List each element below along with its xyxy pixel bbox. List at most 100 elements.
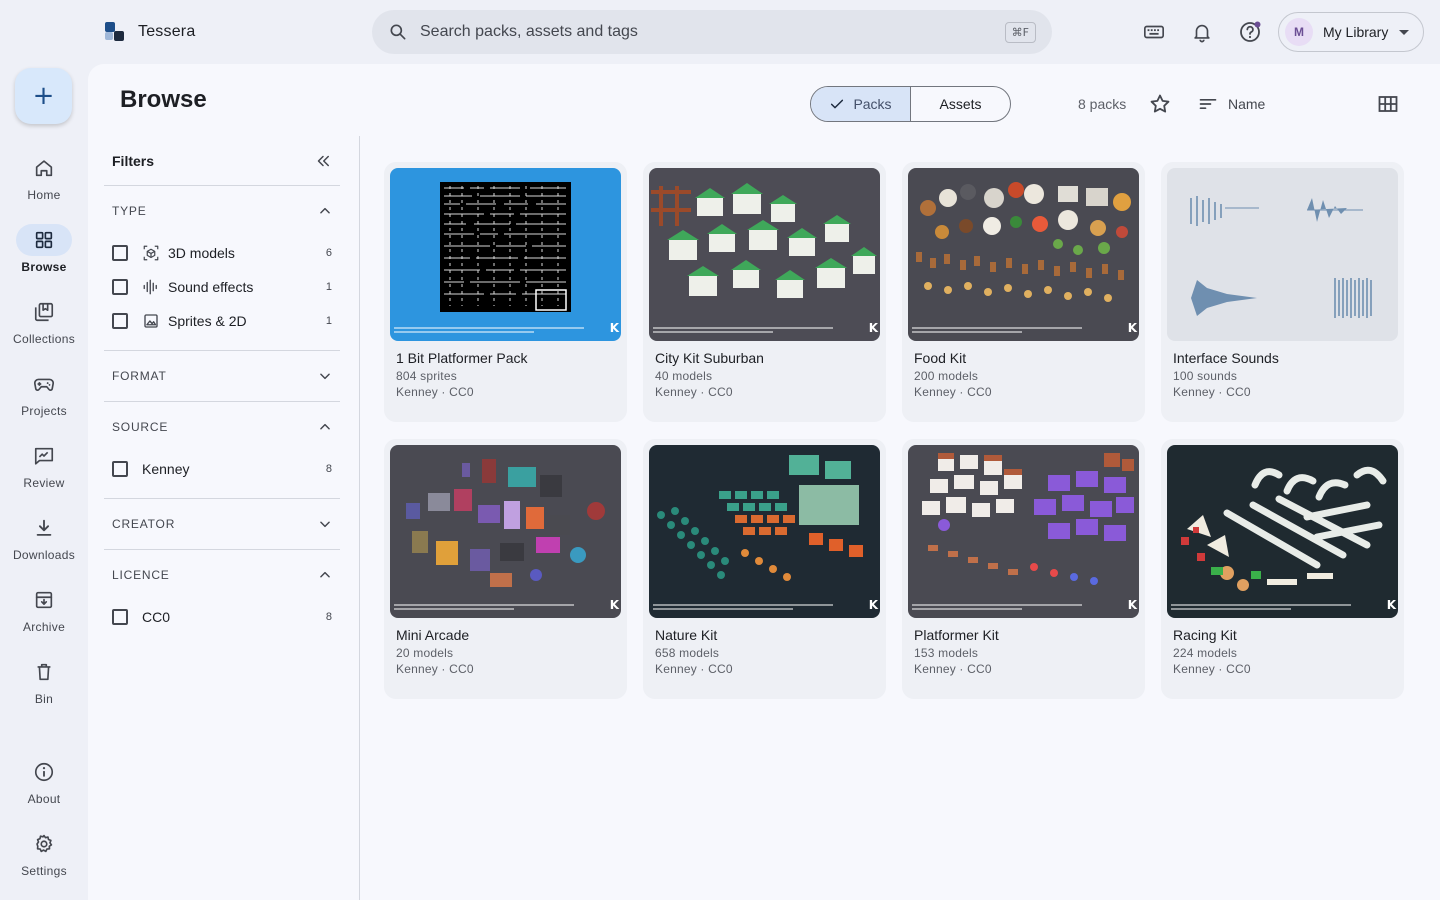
checkbox[interactable] — [112, 609, 128, 625]
result-count: 8 packs — [1078, 96, 1127, 112]
pack-meta: Kenney · CC0 — [1173, 662, 1251, 676]
pack-card[interactable]: K Food Kit 200 models Kenney · CC0 — [902, 162, 1145, 422]
filter-option-count: 8 — [325, 463, 332, 475]
info-icon — [16, 756, 72, 788]
nav-item-projects[interactable]: Projects — [0, 368, 88, 428]
filter-option-count: 8 — [325, 611, 332, 623]
panel-divider — [359, 136, 360, 900]
search-bar[interactable]: ⌘F — [372, 10, 1052, 54]
nav-item-settings[interactable]: Settings — [0, 828, 88, 888]
chevron-up-icon — [318, 204, 332, 218]
nav-item-archive[interactable]: Archive — [0, 584, 88, 644]
filter-section-title: LICENCE — [112, 568, 170, 582]
filter-option-3d-models[interactable]: 3D models 6 — [104, 236, 340, 270]
nav-item-about[interactable]: About — [0, 756, 88, 816]
page-title: Browse — [120, 86, 207, 113]
nav-item-review[interactable]: Review — [0, 440, 88, 500]
filter-section-title: SOURCE — [112, 420, 169, 434]
filter-option-label: 3D models — [168, 245, 235, 261]
nav-item-browse[interactable]: Browse — [0, 224, 88, 284]
home-icon — [16, 152, 72, 184]
filter-section-type: TYPE 3D models 6 Sound effects 1 Sprites… — [104, 186, 340, 351]
nav-label: About — [27, 792, 61, 806]
library-label: My Library — [1323, 24, 1389, 40]
brand-mark-icon: K — [868, 598, 878, 612]
favorites-filter-button[interactable] — [1148, 92, 1172, 116]
pack-title: Racing Kit — [1173, 627, 1237, 643]
filter-section-creator: CREATOR — [104, 499, 340, 550]
pack-count: 40 models — [655, 369, 713, 383]
grid-view-icon — [1376, 92, 1400, 116]
pack-card[interactable]: K Mini Arcade 20 models Kenney · CC0 — [384, 439, 627, 699]
pack-title: 1 Bit Platformer Pack — [396, 350, 528, 366]
nav-item-downloads[interactable]: Downloads — [0, 512, 88, 572]
pack-count: 153 models — [914, 646, 979, 660]
library-switcher[interactable]: M My Library — [1278, 12, 1424, 52]
filter-section-header[interactable]: TYPE — [104, 186, 340, 236]
filter-section-licence: LICENCE CC0 8 — [104, 550, 340, 642]
filter-section-header[interactable]: LICENCE — [104, 550, 340, 600]
pack-card[interactable]: K Racing Kit 224 models Kenney · CC0 — [1161, 439, 1404, 699]
waveform-icon — [142, 278, 160, 296]
gamepad-icon — [16, 368, 72, 400]
filter-option-sprites-2d[interactable]: Sprites & 2D 1 — [104, 304, 340, 338]
pack-card[interactable]: K Nature Kit 658 models Kenney · CC0 — [643, 439, 886, 699]
search-input[interactable] — [420, 23, 1005, 41]
notifications-button[interactable] — [1186, 16, 1218, 48]
filter-option-label: CC0 — [142, 609, 171, 625]
review-icon — [16, 440, 72, 472]
pack-title: City Kit Suburban — [655, 350, 764, 366]
pack-card[interactable]: K Platformer Kit 153 models Kenney · CC0 — [902, 439, 1145, 699]
pack-count: 200 models — [914, 369, 979, 383]
sort-button[interactable]: Name — [1198, 92, 1265, 116]
pack-card[interactable]: K City Kit Suburban 40 models Kenney · C… — [643, 162, 886, 422]
checkbox[interactable] — [112, 279, 128, 295]
caption-lines — [1171, 604, 1371, 610]
filter-option-count: 1 — [325, 315, 332, 327]
filter-option-label: Kenney — [142, 461, 190, 477]
assets-toggle-button[interactable]: Assets — [911, 87, 1010, 121]
pack-card[interactable]: Interface Sounds 100 sounds Kenney · CC0 — [1161, 162, 1404, 422]
pack-thumbnail: K — [908, 168, 1139, 341]
filters-title: Filters — [112, 152, 155, 169]
filter-section-header[interactable]: SOURCE — [104, 402, 340, 452]
packs-toggle-button[interactable]: Packs — [811, 87, 911, 121]
filter-section-header[interactable]: FORMAT — [104, 351, 340, 401]
nav-item-home[interactable]: Home — [0, 152, 88, 212]
trash-icon — [16, 656, 72, 688]
nav-label: Review — [23, 476, 65, 490]
filter-option-sound-effects[interactable]: Sound effects 1 — [104, 270, 340, 304]
collapse-panel-icon[interactable] — [314, 152, 332, 170]
pack-thumbnail: K — [649, 168, 880, 341]
filter-option-kenney[interactable]: Kenney 8 — [104, 452, 340, 486]
filter-option-cc0[interactable]: CC0 8 — [104, 600, 340, 634]
top-app-bar: Tessera ⌘F M My Library — [0, 0, 1440, 64]
pack-title: Nature Kit — [655, 627, 718, 643]
filter-section-header[interactable]: CREATOR — [104, 499, 340, 549]
keyboard-shortcuts-button[interactable] — [1138, 16, 1170, 48]
pack-thumbnail: K — [390, 168, 621, 341]
pack-title: Interface Sounds — [1173, 350, 1279, 366]
pack-meta: Kenney · CC0 — [655, 385, 733, 399]
caption-lines — [653, 327, 853, 333]
brand[interactable]: Tessera — [104, 20, 195, 44]
filter-option-count: 1 — [325, 281, 332, 293]
checkbox[interactable] — [112, 313, 128, 329]
pack-meta: Kenney · CC0 — [655, 662, 733, 676]
new-button[interactable]: + — [15, 68, 72, 124]
nav-label: Downloads — [12, 548, 76, 562]
pack-count: 100 sounds — [1173, 369, 1238, 383]
checkbox[interactable] — [112, 245, 128, 261]
nav-item-collections[interactable]: Collections — [0, 296, 88, 356]
caption-lines — [912, 327, 1112, 333]
caption-lines — [394, 327, 594, 333]
pack-thumbnail: K — [908, 445, 1139, 618]
grid-view-button[interactable] — [1376, 92, 1400, 116]
nav-item-bin[interactable]: Bin — [0, 656, 88, 716]
help-button[interactable] — [1234, 16, 1266, 48]
pack-card[interactable]: K 1 Bit Platformer Pack 804 sprites Kenn… — [384, 162, 627, 422]
image-icon — [142, 312, 160, 330]
filter-section-title: CREATOR — [112, 517, 176, 531]
pack-count: 658 models — [655, 646, 720, 660]
checkbox[interactable] — [112, 461, 128, 477]
